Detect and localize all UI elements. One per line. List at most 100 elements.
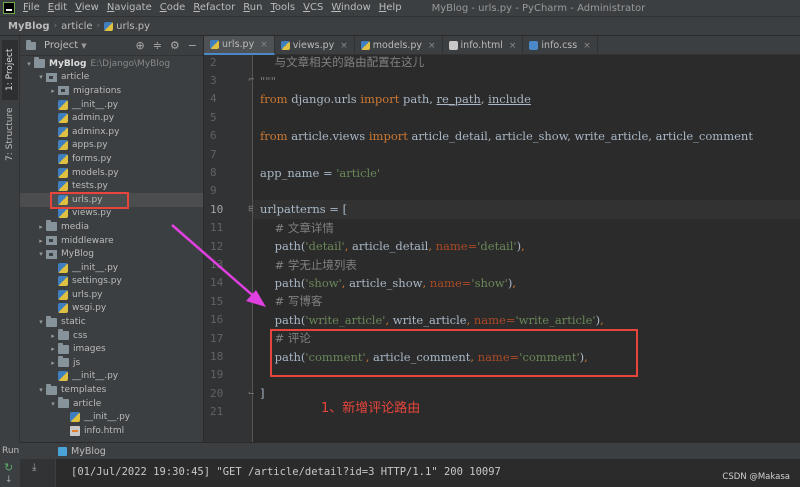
collapse-arrow-icon[interactable]: ▸ bbox=[48, 359, 58, 367]
code-line[interactable]: from article.views import article_detail… bbox=[253, 127, 800, 145]
close-icon[interactable]: × bbox=[260, 40, 268, 50]
restore-layout-icon[interactable]: ⤓ bbox=[32, 462, 36, 473]
tree-item[interactable]: __init__.py bbox=[20, 98, 203, 112]
menu-item-navigate[interactable]: Navigate bbox=[103, 0, 156, 16]
expand-arrow-icon[interactable]: ▾ bbox=[36, 386, 46, 394]
code-token: # 文章详情 bbox=[260, 220, 334, 235]
menu-item-window[interactable]: Window bbox=[327, 0, 374, 16]
run-tab-myblog[interactable]: MyBlog bbox=[58, 446, 106, 457]
tab-structure-tool[interactable]: 7: Structure bbox=[2, 98, 18, 170]
menu-item-edit[interactable]: Edit bbox=[44, 0, 71, 16]
editor-tab[interactable]: views.py × bbox=[275, 36, 355, 55]
menu-item-code[interactable]: Code bbox=[156, 0, 190, 16]
code-editor[interactable]: 2 3 4 5 6 7 8 9 10 11 12 13 14 15 16 17 18 19 20 21 ⌐ ⊟ ⌙ 与文章相… bbox=[204, 55, 800, 442]
breadcrumb-item-folder[interactable]: article bbox=[61, 21, 92, 32]
code-token: """ bbox=[260, 73, 276, 88]
tree-item[interactable]: ▸ images bbox=[20, 342, 203, 356]
tree-item[interactable]: apps.py bbox=[20, 139, 203, 153]
tree-item[interactable]: ▾ article bbox=[20, 397, 203, 411]
tree-item[interactable]: ▸ css bbox=[20, 329, 203, 343]
tree-item[interactable]: adminx.py bbox=[20, 125, 203, 139]
collapse-arrow-icon[interactable]: ▸ bbox=[48, 87, 58, 95]
tree-item[interactable]: settings.py bbox=[20, 275, 203, 289]
tree-item[interactable]: ▸ js bbox=[20, 356, 203, 370]
expand-arrow-icon[interactable]: ▾ bbox=[24, 60, 34, 68]
line-number: 5 bbox=[210, 110, 217, 124]
tree-item[interactable]: wsgi.py bbox=[20, 302, 203, 316]
tree-item[interactable]: ▾ templates bbox=[20, 383, 203, 397]
close-icon[interactable]: × bbox=[583, 41, 591, 51]
expand-arrow-icon[interactable]: ▾ bbox=[36, 250, 46, 258]
menu-item-run[interactable]: Run bbox=[239, 0, 266, 16]
tree-item[interactable]: info.html bbox=[20, 424, 203, 438]
close-icon[interactable]: × bbox=[428, 41, 436, 51]
menu-item-file[interactable]: File bbox=[19, 0, 44, 16]
code-line[interactable]: """ bbox=[253, 71, 800, 89]
code-token: import bbox=[368, 128, 408, 143]
collapse-arrow-icon[interactable]: ▸ bbox=[48, 345, 58, 353]
tree-item[interactable]: forms.py bbox=[20, 152, 203, 166]
locate-file-icon[interactable]: ⊕ bbox=[135, 39, 144, 52]
code-line[interactable]: path('show', article_show, name='show'), bbox=[253, 274, 800, 292]
code-line[interactable]: path('write_article', write_article, nam… bbox=[253, 311, 800, 329]
code-line[interactable]: 与文章相关的路由配置在这儿 bbox=[253, 55, 800, 71]
collapse-all-icon[interactable]: ≑ bbox=[153, 39, 162, 52]
tree-item[interactable]: tests.py bbox=[20, 179, 203, 193]
tree-item[interactable]: ▾ static bbox=[20, 315, 203, 329]
tab-project-tool[interactable]: 1: Project bbox=[2, 40, 18, 100]
expand-arrow-icon[interactable]: ▾ bbox=[48, 400, 58, 408]
collapse-arrow-icon[interactable]: ▸ bbox=[36, 237, 46, 245]
expand-arrow-icon[interactable]: ▾ bbox=[36, 73, 46, 81]
tree-item-label: forms.py bbox=[72, 153, 112, 164]
code-token: # 写博客 bbox=[260, 294, 323, 309]
editor-tab[interactable]: info.css × bbox=[523, 36, 598, 55]
code-line[interactable]: # 写博客 bbox=[253, 292, 800, 310]
chevron-down-icon[interactable]: ▼ bbox=[81, 42, 86, 50]
expand-arrow-icon[interactable]: ▾ bbox=[36, 318, 46, 326]
tree-item[interactable]: admin.py bbox=[20, 111, 203, 125]
arrow-down-icon[interactable]: ↓ bbox=[5, 475, 13, 485]
code-line[interactable]: # 学无止境列表 bbox=[253, 255, 800, 273]
tree-item[interactable]: models.py bbox=[20, 166, 203, 180]
menu-item-tools[interactable]: Tools bbox=[266, 0, 299, 16]
code-line[interactable]: # 文章详情 bbox=[253, 219, 800, 237]
rerun-icon[interactable]: ↻ bbox=[4, 461, 13, 474]
project-view-selector[interactable]: Project bbox=[44, 40, 78, 51]
menu-item-help[interactable]: Help bbox=[375, 0, 406, 16]
tree-item[interactable]: ▸ migrations bbox=[20, 84, 203, 98]
hide-panel-icon[interactable]: − bbox=[188, 39, 197, 52]
editor-tab[interactable]: info.html × bbox=[443, 36, 524, 55]
tree-item[interactable]: ▾ article bbox=[20, 71, 203, 85]
code-line[interactable]: from django.urls import path, re_path, i… bbox=[253, 90, 800, 108]
code-line[interactable]: app_name = 'article' bbox=[253, 163, 800, 181]
code-line[interactable] bbox=[253, 145, 800, 163]
tree-item[interactable]: urls.py bbox=[20, 288, 203, 302]
menu-item-view[interactable]: View bbox=[71, 0, 103, 16]
tree-item-label: __init__.py bbox=[84, 412, 131, 423]
code-line[interactable]: path('detail', article_detail, name='det… bbox=[253, 237, 800, 255]
tree-item[interactable]: __init__.py bbox=[20, 261, 203, 275]
gear-icon[interactable]: ⚙ bbox=[170, 39, 180, 52]
menu-item-refactor[interactable]: Refactor bbox=[189, 0, 239, 16]
tree-item[interactable]: ▾ MyBlog E:\Django\MyBlog bbox=[20, 57, 203, 71]
tree-item[interactable]: ▸ middleware bbox=[20, 234, 203, 248]
collapse-arrow-icon[interactable]: ▸ bbox=[36, 223, 46, 231]
code-line[interactable] bbox=[253, 108, 800, 126]
code-token: from bbox=[260, 91, 288, 106]
editor-tab[interactable]: models.py × bbox=[355, 36, 443, 55]
breadcrumb-item-file[interactable]: urls.py bbox=[104, 21, 150, 32]
code-line[interactable] bbox=[253, 182, 800, 200]
menu-item-vcs[interactable]: VCS bbox=[299, 0, 327, 16]
tree-item[interactable]: ▾ MyBlog bbox=[20, 247, 203, 261]
tree-item[interactable]: ▸ media bbox=[20, 220, 203, 234]
code-token: , bbox=[521, 239, 525, 254]
collapse-arrow-icon[interactable]: ▸ bbox=[48, 332, 58, 340]
close-icon[interactable]: × bbox=[340, 41, 348, 51]
code-line[interactable]: urlpatterns = [ bbox=[253, 200, 800, 219]
tree-item[interactable]: __init__.py bbox=[20, 410, 203, 424]
tree-item[interactable]: __init__.py bbox=[20, 370, 203, 384]
editor-tab[interactable]: urls.py × bbox=[204, 36, 275, 55]
close-icon[interactable]: × bbox=[509, 41, 517, 51]
line-number: 7 bbox=[210, 147, 217, 161]
breadcrumb-item-project[interactable]: MyBlog bbox=[8, 21, 50, 32]
